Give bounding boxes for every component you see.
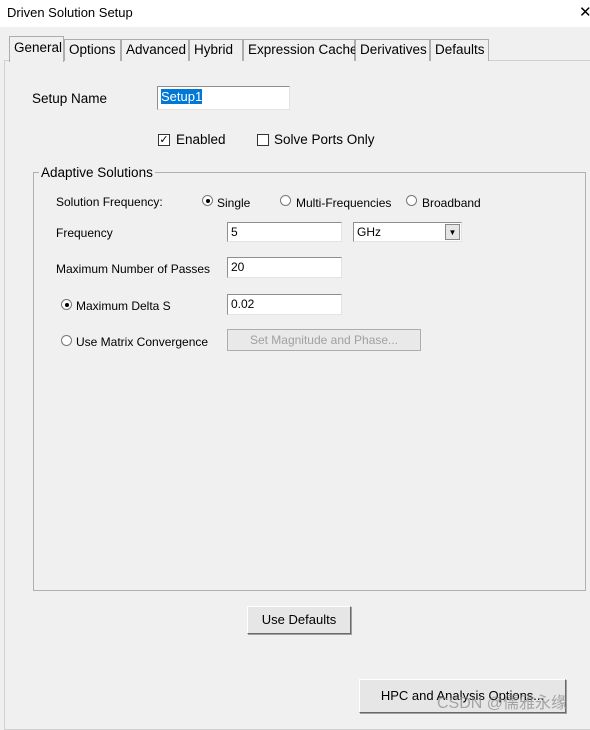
matrix-convergence-radio[interactable] bbox=[61, 335, 72, 346]
setup-name-input[interactable]: Setup1 bbox=[157, 86, 290, 110]
frequency-unit-select[interactable]: GHz ▼ bbox=[353, 222, 462, 242]
enabled-checkbox[interactable]: ✓ bbox=[158, 134, 170, 146]
single-label: Single bbox=[217, 196, 251, 210]
use-defaults-button[interactable]: Use Defaults bbox=[247, 606, 351, 634]
close-icon[interactable]: ✕ bbox=[579, 3, 590, 21]
max-delta-s-input[interactable]: 0.02 bbox=[227, 294, 342, 315]
adaptive-solutions-label: Adaptive Solutions bbox=[39, 165, 155, 180]
solve-ports-label: Solve Ports Only bbox=[274, 132, 375, 147]
single-radio[interactable] bbox=[202, 195, 213, 206]
tab-derivatives[interactable]: Derivatives bbox=[355, 39, 430, 61]
enabled-label: Enabled bbox=[176, 132, 226, 147]
window-title: Driven Solution Setup bbox=[7, 5, 133, 20]
multi-frequencies-radio[interactable] bbox=[280, 195, 291, 206]
tab-expression-cache[interactable]: Expression Cache bbox=[243, 39, 358, 61]
max-passes-label: Maximum Number of Passes bbox=[56, 262, 211, 276]
tab-defaults[interactable]: Defaults bbox=[430, 39, 489, 61]
setup-name-label: Setup Name bbox=[32, 91, 108, 106]
chevron-down-icon[interactable]: ▼ bbox=[445, 224, 460, 240]
matrix-convergence-label: Use Matrix Convergence bbox=[76, 335, 209, 349]
frequency-unit-value: GHz bbox=[357, 225, 381, 239]
max-passes-input[interactable]: 20 bbox=[227, 257, 342, 278]
tab-general[interactable]: General bbox=[9, 36, 64, 62]
tab-advanced[interactable]: Advanced bbox=[121, 39, 189, 61]
broadband-radio[interactable] bbox=[406, 195, 417, 206]
broadband-label: Broadband bbox=[422, 196, 481, 210]
frequency-label: Frequency bbox=[56, 226, 113, 240]
set-magnitude-phase-button[interactable]: Set Magnitude and Phase... bbox=[227, 329, 421, 351]
tab-hybrid[interactable]: Hybrid bbox=[189, 39, 243, 61]
solve-ports-checkbox[interactable] bbox=[257, 134, 269, 146]
setup-name-value: Setup1 bbox=[161, 89, 203, 104]
tab-options[interactable]: Options bbox=[64, 39, 121, 61]
frequency-input[interactable]: 5 bbox=[227, 222, 342, 242]
multi-frequencies-label: Multi-Frequencies bbox=[296, 196, 392, 210]
watermark: CSDN @儒雅永缘 bbox=[437, 695, 568, 712]
solution-frequency-label: Solution Frequency: bbox=[56, 195, 163, 209]
max-delta-s-label: Maximum Delta S bbox=[76, 299, 171, 313]
max-delta-s-radio[interactable] bbox=[61, 299, 72, 310]
